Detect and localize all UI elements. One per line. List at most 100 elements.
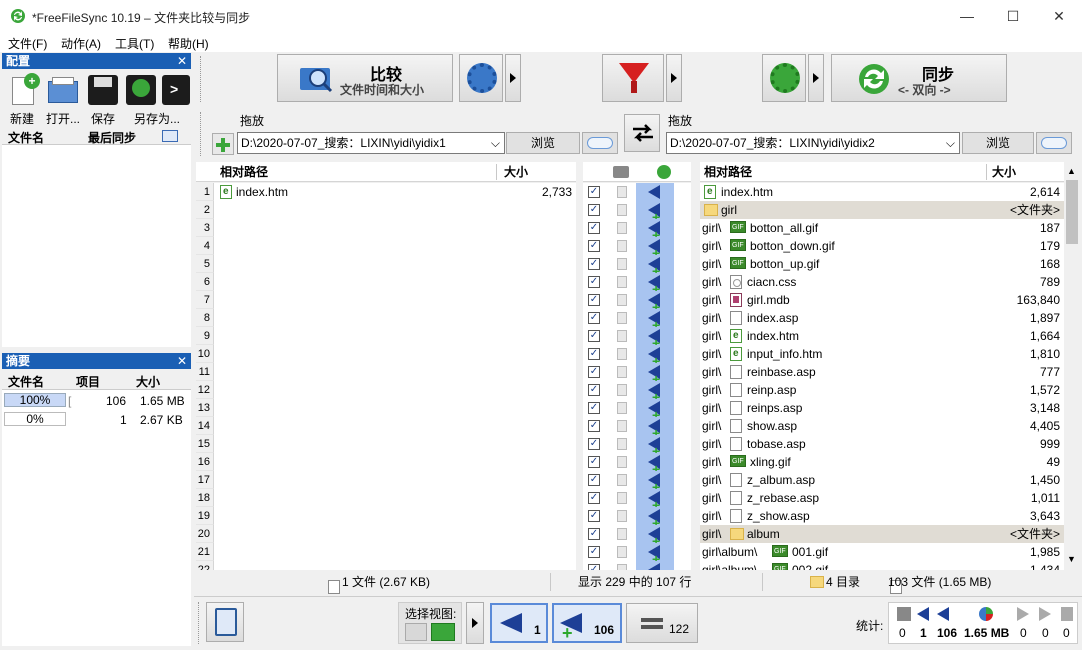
middle-row[interactable]: ✓ bbox=[583, 255, 691, 280]
right-row[interactable]: girl\ ciacn.css 789 bbox=[700, 273, 1064, 291]
middle-row[interactable]: ✓ bbox=[583, 219, 691, 244]
left-col-size[interactable]: 大小 bbox=[504, 162, 528, 182]
right-row[interactable]: girl\ input_info.htm 1,810 bbox=[700, 345, 1064, 363]
right-row[interactable]: girl\ index.asp 1,897 bbox=[700, 309, 1064, 327]
right-col-path[interactable]: 相对路径 bbox=[704, 162, 752, 182]
left-row[interactable]: 2 bbox=[196, 201, 576, 219]
left-grid[interactable]: 1index.htm2,7332345678910111213141516171… bbox=[196, 183, 576, 570]
right-row[interactable]: girl\ index.htm 1,664 bbox=[700, 327, 1064, 345]
sync-action-cell[interactable] bbox=[636, 255, 674, 280]
right-grid[interactable]: index.htm 2,614 girl <文件夹> girl\ botton_all.g… bbox=[700, 183, 1064, 570]
left-row[interactable]: 14 bbox=[196, 417, 576, 435]
sync-settings-dropdown[interactable] bbox=[808, 54, 824, 102]
sync-action-cell[interactable] bbox=[636, 201, 674, 226]
middle-row[interactable]: ✓ bbox=[583, 417, 691, 442]
menu-tools[interactable]: 工具(T) bbox=[115, 35, 154, 52]
add-folder-pair-button[interactable] bbox=[212, 133, 234, 155]
save-config-icon[interactable] bbox=[88, 75, 118, 105]
sync-action-cell[interactable] bbox=[636, 435, 674, 460]
save-batch-icon[interactable]: > bbox=[162, 75, 190, 105]
left-row[interactable]: 3 bbox=[196, 219, 576, 237]
left-row[interactable]: 11 bbox=[196, 363, 576, 381]
open-config-icon[interactable] bbox=[46, 75, 80, 105]
middle-row[interactable]: ✓ bbox=[583, 399, 691, 424]
left-row[interactable]: 22 bbox=[196, 561, 576, 570]
sync-action-cell[interactable] bbox=[636, 453, 674, 478]
view-dropdown[interactable] bbox=[466, 602, 484, 644]
left-row[interactable]: 15 bbox=[196, 435, 576, 453]
middle-row[interactable]: ✓ bbox=[583, 453, 691, 478]
left-row[interactable]: 17 bbox=[196, 471, 576, 489]
right-row[interactable]: index.htm 2,614 bbox=[700, 183, 1064, 201]
left-row[interactable]: 6 bbox=[196, 273, 576, 291]
right-col-size[interactable]: 大小 bbox=[992, 162, 1016, 182]
sync-action-cell[interactable] bbox=[636, 525, 674, 550]
log-button[interactable] bbox=[206, 602, 244, 642]
camera-view-icon[interactable] bbox=[405, 623, 427, 641]
row-checkbox[interactable]: ✓ bbox=[588, 330, 600, 342]
config-col-last-sync[interactable]: 最后同步 bbox=[88, 129, 136, 146]
config-list[interactable] bbox=[2, 145, 191, 347]
left-row[interactable]: 19 bbox=[196, 507, 576, 525]
right-row[interactable]: girl\ girl.mdb 163,840 bbox=[700, 291, 1064, 309]
middle-row[interactable]: ✓ bbox=[583, 183, 691, 201]
sync-action-cell[interactable] bbox=[636, 489, 674, 514]
right-row[interactable]: girl\ xling.gif 49 bbox=[700, 453, 1064, 471]
sync-action-cell[interactable] bbox=[636, 507, 674, 532]
row-checkbox[interactable]: ✓ bbox=[588, 294, 600, 306]
chevron-down-icon[interactable]: ⌵ bbox=[946, 133, 955, 153]
filter-equal-button[interactable]: 122 bbox=[626, 603, 698, 643]
filter-button[interactable] bbox=[602, 54, 664, 102]
right-row[interactable]: girl\ z_rebase.asp 1,011 bbox=[700, 489, 1064, 507]
right-row[interactable]: girl\ tobase.asp 999 bbox=[700, 435, 1064, 453]
left-row[interactable]: 7 bbox=[196, 291, 576, 309]
row-checkbox[interactable]: ✓ bbox=[588, 366, 600, 378]
save-button-label[interactable]: 保存 bbox=[91, 110, 115, 127]
camera-icon[interactable] bbox=[613, 166, 629, 178]
row-checkbox[interactable]: ✓ bbox=[588, 222, 600, 234]
middle-row[interactable]: ✓ bbox=[583, 471, 691, 496]
right-row[interactable]: girl\ show.asp 4,405 bbox=[700, 417, 1064, 435]
row-checkbox[interactable]: ✓ bbox=[588, 474, 600, 486]
left-row[interactable]: 16 bbox=[196, 453, 576, 471]
right-row[interactable]: girl\ botton_all.gif 187 bbox=[700, 219, 1064, 237]
sync-view-icon[interactable] bbox=[431, 623, 455, 641]
sync-action-cell[interactable] bbox=[636, 345, 674, 370]
filter-left-only-button[interactable]: 1 bbox=[490, 603, 548, 643]
left-col-path[interactable]: 相对路径 bbox=[220, 162, 268, 182]
row-checkbox[interactable]: ✓ bbox=[588, 240, 600, 252]
row-checkbox[interactable]: ✓ bbox=[588, 312, 600, 324]
right-row[interactable]: girl\album\ 001.gif 1,985 bbox=[700, 543, 1064, 561]
left-folder-path-input[interactable]: D:\2020-07-07_搜索：LIXIN\yidi\yidix1 ⌵ bbox=[237, 132, 505, 154]
row-checkbox[interactable]: ✓ bbox=[588, 420, 600, 432]
right-cloud-button[interactable] bbox=[1036, 132, 1072, 154]
right-row[interactable]: girl\ reinps.asp 3,148 bbox=[700, 399, 1064, 417]
sync-action-cell[interactable] bbox=[636, 471, 674, 496]
middle-row[interactable]: ✓ bbox=[583, 309, 691, 334]
row-checkbox[interactable]: ✓ bbox=[588, 438, 600, 450]
row-checkbox[interactable]: ✓ bbox=[588, 348, 600, 360]
middle-row[interactable]: ✓ bbox=[583, 489, 691, 514]
sync-action-cell[interactable] bbox=[636, 309, 674, 334]
sync-action-cell[interactable] bbox=[636, 219, 674, 244]
scroll-thumb[interactable] bbox=[1066, 180, 1078, 244]
row-checkbox[interactable]: ✓ bbox=[588, 564, 600, 570]
middle-row[interactable]: ✓ bbox=[583, 381, 691, 406]
row-checkbox[interactable]: ✓ bbox=[588, 528, 600, 540]
middle-row[interactable]: ✓ bbox=[583, 507, 691, 532]
row-checkbox[interactable]: ✓ bbox=[588, 204, 600, 216]
left-row[interactable]: 4 bbox=[196, 237, 576, 255]
compare-button[interactable]: 比较 文件时间和大小 bbox=[277, 54, 453, 102]
scroll-down-icon[interactable]: ▼ bbox=[1067, 554, 1076, 564]
right-row[interactable]: girl\ botton_up.gif 168 bbox=[700, 255, 1064, 273]
sync-action-cell[interactable] bbox=[636, 381, 674, 406]
new-config-icon[interactable]: + bbox=[10, 73, 40, 107]
right-row[interactable]: girl\ reinbase.asp 777 bbox=[700, 363, 1064, 381]
sync-button[interactable]: 同步 <- 双向 -> bbox=[831, 54, 1007, 102]
middle-grid[interactable]: ✓ ✓ ✓ ✓ ✓ ✓ ✓ ✓ ✓ ✓ ✓ ✓ ✓ ✓ ✓ ✓ ✓ ✓ ✓ ✓ ✓ ✓ bbox=[583, 183, 691, 570]
config-list-options-icon[interactable] bbox=[162, 130, 178, 142]
row-checkbox[interactable]: ✓ bbox=[588, 456, 600, 468]
left-cloud-button[interactable] bbox=[582, 132, 618, 154]
config-col-name[interactable]: 文件名 bbox=[8, 129, 44, 146]
menu-action[interactable]: 动作(A) bbox=[61, 35, 101, 52]
